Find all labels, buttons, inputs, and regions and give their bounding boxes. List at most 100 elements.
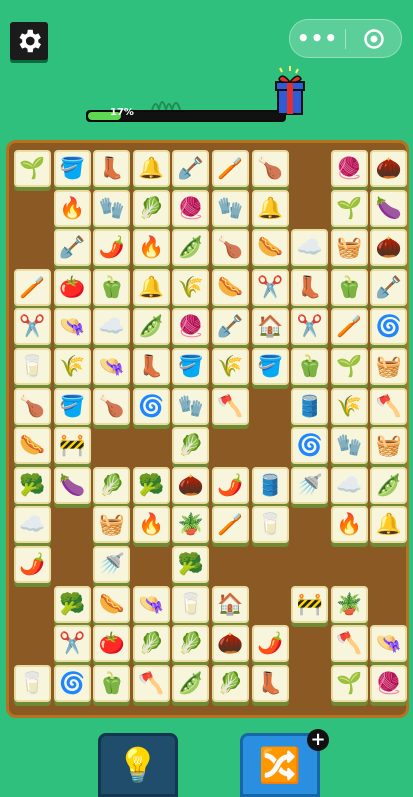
tile[interactable]: 🌾 [172, 268, 210, 306]
tile[interactable]: 🔔 [251, 189, 289, 227]
tile[interactable]: 🥬 [172, 427, 210, 465]
tile[interactable]: 🌭 [212, 268, 249, 306]
tile[interactable]: 🍅 [93, 625, 131, 663]
tile[interactable]: 👢 [291, 268, 329, 306]
tile[interactable]: 🧺 [370, 348, 408, 385]
tile[interactable]: 🍗 [212, 229, 249, 267]
tile[interactable]: 🚿 [93, 546, 131, 583]
settings-button[interactable] [10, 22, 48, 60]
tile[interactable]: 🪴 [330, 585, 368, 623]
tile[interactable]: 🥬 [132, 625, 170, 663]
tile[interactable]: 🪣 [172, 348, 210, 385]
tile[interactable]: 🧺 [330, 229, 368, 267]
tile[interactable]: ✂️ [251, 268, 289, 306]
tile[interactable]: 👢 [251, 664, 289, 702]
tile[interactable]: 🔥 [132, 506, 170, 544]
tile[interactable]: 🌱 [330, 348, 368, 385]
tile[interactable]: 🍗 [251, 150, 289, 187]
tile[interactable]: 🌭 [93, 585, 131, 623]
tile[interactable]: 🥬 [93, 466, 131, 504]
tile[interactable]: 🛢️ [291, 387, 329, 425]
tile[interactable]: 🧺 [93, 506, 131, 544]
tile[interactable]: 🪥 [330, 308, 368, 346]
tile[interactable]: 🌾 [212, 348, 249, 385]
tile[interactable]: 🥬 [172, 625, 210, 663]
tile[interactable]: ☁️ [330, 466, 368, 504]
tile[interactable]: 🫑 [291, 348, 329, 385]
tile[interactable]: 🌶️ [212, 466, 249, 504]
add-shuffle-badge[interactable]: + [307, 729, 329, 751]
tile[interactable]: 🏠 [251, 308, 289, 346]
tile[interactable]: 🥦 [132, 466, 170, 504]
tile[interactable]: 🪥 [212, 150, 249, 187]
tile[interactable]: 🧤 [172, 387, 210, 425]
tile[interactable]: 🌀 [291, 427, 329, 465]
tile[interactable]: 🌾 [330, 387, 368, 425]
tile[interactable]: 👒 [132, 585, 170, 623]
tile[interactable]: 🪏 [212, 308, 249, 346]
tile[interactable]: 🔔 [370, 506, 408, 544]
tile[interactable]: 🥛 [172, 585, 210, 623]
tile[interactable]: 🌾 [53, 348, 91, 385]
tile[interactable]: ✂️ [291, 308, 329, 346]
tile[interactable]: 🧤 [212, 189, 249, 227]
tile[interactable]: 🔥 [132, 229, 170, 267]
tile[interactable]: 🍆 [53, 466, 91, 504]
tile[interactable]: ☁️ [93, 308, 131, 346]
tile[interactable]: 🌰 [370, 150, 408, 187]
tile[interactable]: 🥛 [14, 664, 51, 702]
tile[interactable]: 🔥 [330, 506, 368, 544]
tile[interactable]: 👢 [93, 150, 131, 187]
tile[interactable]: 🥬 [212, 664, 249, 702]
tile[interactable]: 🫛 [132, 308, 170, 346]
tile[interactable]: 🧺 [370, 427, 408, 465]
tile[interactable]: 🥦 [172, 546, 210, 583]
tile[interactable]: 🌰 [172, 466, 210, 504]
tile[interactable]: 🪓 [212, 387, 249, 425]
tile[interactable]: 🍗 [93, 387, 131, 425]
tile[interactable]: 👒 [370, 625, 408, 663]
tile[interactable]: 👒 [93, 348, 131, 385]
tile[interactable]: 🌭 [14, 427, 51, 465]
tile[interactable]: 👢 [132, 348, 170, 385]
tile[interactable]: 🥛 [14, 348, 51, 385]
tile[interactable]: 🪥 [212, 506, 249, 544]
tile[interactable]: 🌀 [370, 308, 408, 346]
tile[interactable]: 🪏 [370, 268, 408, 306]
tile[interactable]: 🪣 [251, 348, 289, 385]
tile[interactable]: 🌭 [251, 229, 289, 267]
tile[interactable]: 🫑 [93, 268, 131, 306]
tile[interactable]: 🥦 [14, 466, 51, 504]
tile[interactable]: 🧤 [330, 427, 368, 465]
tile[interactable]: ☁️ [291, 229, 329, 267]
close-button[interactable] [346, 28, 401, 50]
tile[interactable]: 🧶 [172, 308, 210, 346]
more-menu-button[interactable]: ••• [290, 20, 345, 57]
tile[interactable]: 🪓 [132, 664, 170, 702]
tile[interactable]: 🫑 [330, 268, 368, 306]
hint-button[interactable]: 💡 [98, 733, 178, 797]
tile[interactable]: 🥛 [251, 506, 289, 544]
tile[interactable]: 🫑 [93, 664, 131, 702]
tile[interactable]: 🍅 [53, 268, 91, 306]
tile[interactable]: 🪣 [53, 150, 91, 187]
tile[interactable]: 🌱 [330, 189, 368, 227]
tile[interactable]: 🌰 [212, 625, 249, 663]
tile[interactable]: 🌰 [370, 229, 408, 267]
tile[interactable]: 🔔 [132, 150, 170, 187]
tile[interactable]: 🌶️ [251, 625, 289, 663]
tile[interactable]: 🧤 [93, 189, 131, 227]
tile[interactable]: 🫛 [172, 229, 210, 267]
tile[interactable]: 🪥 [14, 268, 51, 306]
tile[interactable]: 🧶 [370, 664, 408, 702]
tile[interactable]: 🌶️ [14, 546, 51, 583]
tile[interactable]: 🌱 [330, 664, 368, 702]
tile[interactable]: 🪓 [330, 625, 368, 663]
tile[interactable]: 🧶 [172, 189, 210, 227]
tile[interactable]: 🫛 [370, 466, 408, 504]
tile[interactable]: 🚿 [291, 466, 329, 504]
tile[interactable]: 🚧 [53, 427, 91, 465]
tile[interactable]: 🫛 [172, 664, 210, 702]
tile[interactable]: 🍗 [14, 387, 51, 425]
tile[interactable]: 🪣 [53, 387, 91, 425]
